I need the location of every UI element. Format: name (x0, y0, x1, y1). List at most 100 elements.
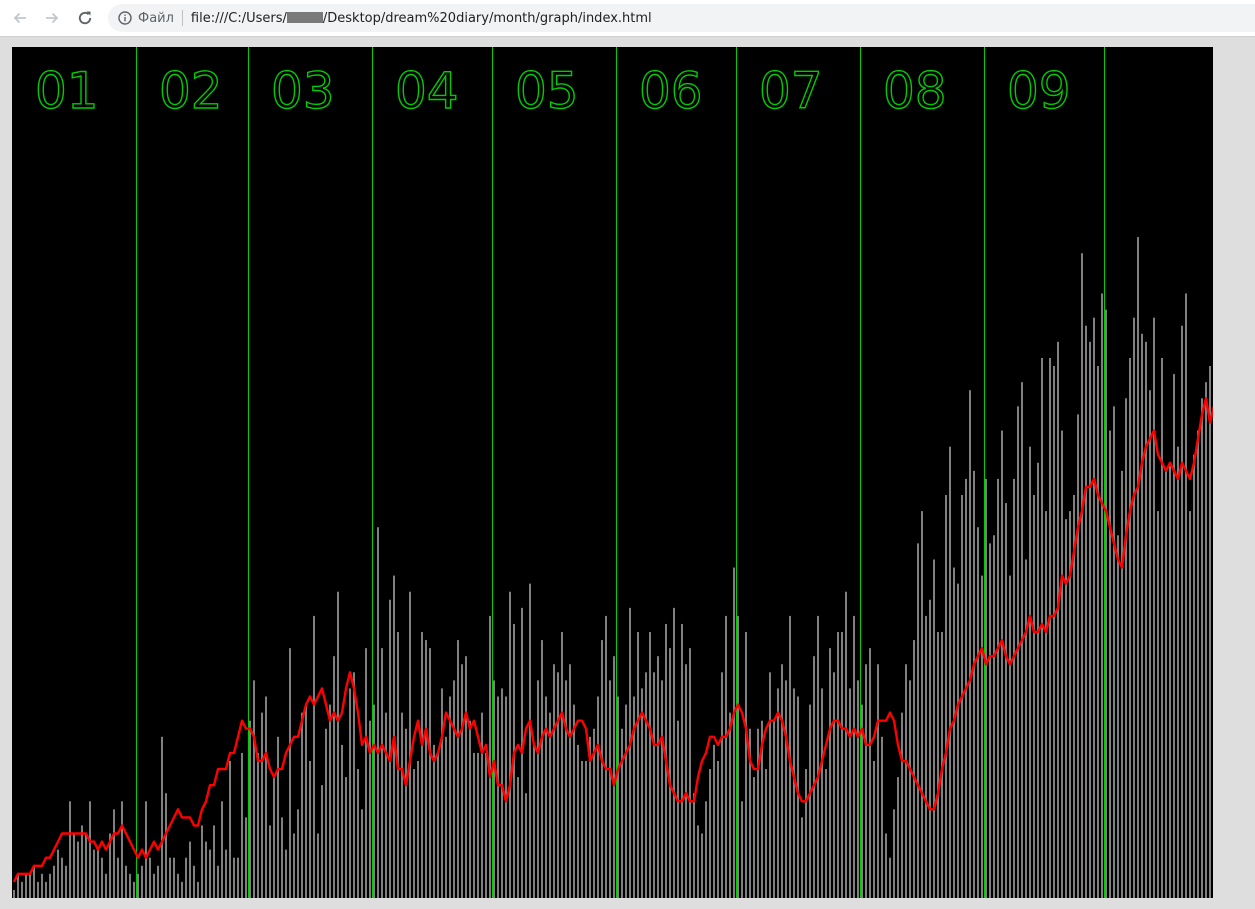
forward-button[interactable] (40, 6, 64, 30)
day-bar (269, 825, 271, 898)
day-bar (653, 672, 655, 898)
day-bar (349, 688, 351, 898)
day-bar (1037, 462, 1039, 898)
day-bar (321, 785, 323, 898)
day-bar (1053, 366, 1055, 898)
day-bar (917, 543, 919, 898)
day-bar (537, 680, 539, 898)
day-bar (801, 817, 803, 898)
day-bar (333, 656, 335, 898)
day-bar (517, 777, 519, 898)
day-bar (545, 696, 547, 898)
day-bar (485, 752, 487, 898)
arrow-right-icon (46, 12, 59, 24)
day-bar (149, 857, 151, 898)
month-label: 03 (271, 62, 335, 120)
day-bar (93, 849, 95, 898)
day-bar (341, 744, 343, 898)
day-bar (741, 801, 743, 898)
day-bar (421, 632, 423, 898)
day-bar (313, 615, 315, 898)
day-bar (949, 446, 951, 898)
day-bar (701, 833, 703, 898)
day-bar (901, 712, 903, 898)
reload-button[interactable] (73, 6, 97, 30)
day-bar (85, 833, 87, 898)
day-bar (973, 470, 975, 898)
day-bar (1157, 511, 1159, 898)
day-bar (445, 736, 447, 898)
day-bar (1105, 309, 1107, 898)
day-bar (1109, 430, 1111, 898)
site-info-label[interactable]: Файл (138, 11, 174, 26)
day-bar (337, 591, 339, 898)
info-icon[interactable] (118, 11, 132, 25)
day-bar (181, 881, 183, 898)
day-bar (733, 567, 735, 898)
day-bar (641, 688, 643, 898)
day-bar (689, 648, 691, 898)
day-bar (317, 833, 319, 898)
day-bar (185, 857, 187, 898)
day-bar (469, 720, 471, 898)
day-bar (21, 881, 23, 898)
day-bar (705, 801, 707, 898)
day-bar (489, 615, 491, 898)
day-bar (885, 833, 887, 898)
day-bar (405, 728, 407, 898)
day-bar (141, 865, 143, 898)
day-bar (845, 591, 847, 898)
day-bar (509, 591, 511, 898)
day-bar (497, 696, 499, 898)
day-bar (985, 478, 987, 898)
day-bar (253, 680, 255, 898)
day-bar (1101, 293, 1103, 898)
day-bar (461, 664, 463, 898)
day-bar (877, 664, 879, 898)
day-bar (281, 817, 283, 898)
url-prefix: file:///C:/Users/ (190, 10, 287, 26)
day-bar (629, 607, 631, 898)
day-bar (937, 632, 939, 898)
day-bar (425, 640, 427, 898)
day-bar (717, 760, 719, 898)
day-bar (161, 736, 163, 898)
day-bar (729, 712, 731, 898)
day-bar (1209, 366, 1211, 898)
address-separator (181, 10, 183, 26)
day-bar (361, 809, 363, 898)
day-bar (657, 656, 659, 898)
day-bar (97, 849, 99, 898)
url-text[interactable]: file:///C:/Users/ /Desktop/dream%20diary/… (191, 11, 652, 26)
day-bar (621, 728, 623, 898)
address-bar[interactable]: Файл file:///C:/Users/ /Desktop/dream%20d… (108, 4, 1255, 32)
day-bar (457, 640, 459, 898)
day-bar (205, 841, 207, 898)
day-bar (385, 712, 387, 898)
day-bar (777, 688, 779, 898)
day-bar (785, 680, 787, 898)
day-bar (133, 881, 135, 898)
day-bar (945, 495, 947, 898)
day-bar (549, 712, 551, 898)
day-bar (1077, 414, 1079, 898)
day-bar (673, 607, 675, 898)
day-bar (277, 736, 279, 898)
day-bar (753, 777, 755, 898)
day-bar (737, 615, 739, 898)
day-bar (805, 769, 807, 898)
day-bar (613, 656, 615, 898)
day-bar (709, 769, 711, 898)
day-bar (561, 632, 563, 898)
day-bar (1117, 535, 1119, 898)
day-bar (1169, 462, 1171, 898)
day-bar (565, 680, 567, 898)
day-bar (501, 688, 503, 898)
day-bar (997, 478, 999, 898)
day-bar (601, 640, 603, 898)
back-button[interactable] (8, 6, 32, 30)
day-bar (429, 648, 431, 898)
day-bar (933, 559, 935, 898)
month-label: 05 (515, 62, 579, 120)
day-bar (869, 648, 871, 898)
